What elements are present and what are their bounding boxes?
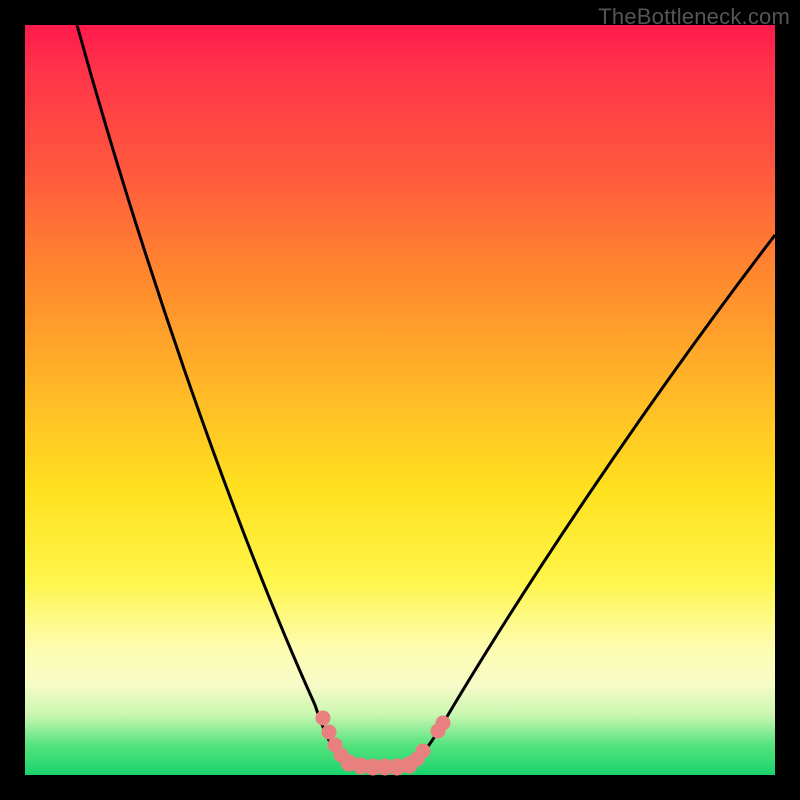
plot-area bbox=[25, 25, 775, 775]
dot bbox=[316, 711, 330, 725]
watermark-text: TheBottleneck.com bbox=[598, 4, 790, 30]
dot bbox=[322, 725, 336, 739]
dot bbox=[416, 744, 430, 758]
chart-frame: TheBottleneck.com bbox=[0, 0, 800, 800]
curve-path bbox=[77, 25, 775, 767]
bottleneck-curve bbox=[25, 25, 775, 775]
dot bbox=[436, 716, 450, 730]
